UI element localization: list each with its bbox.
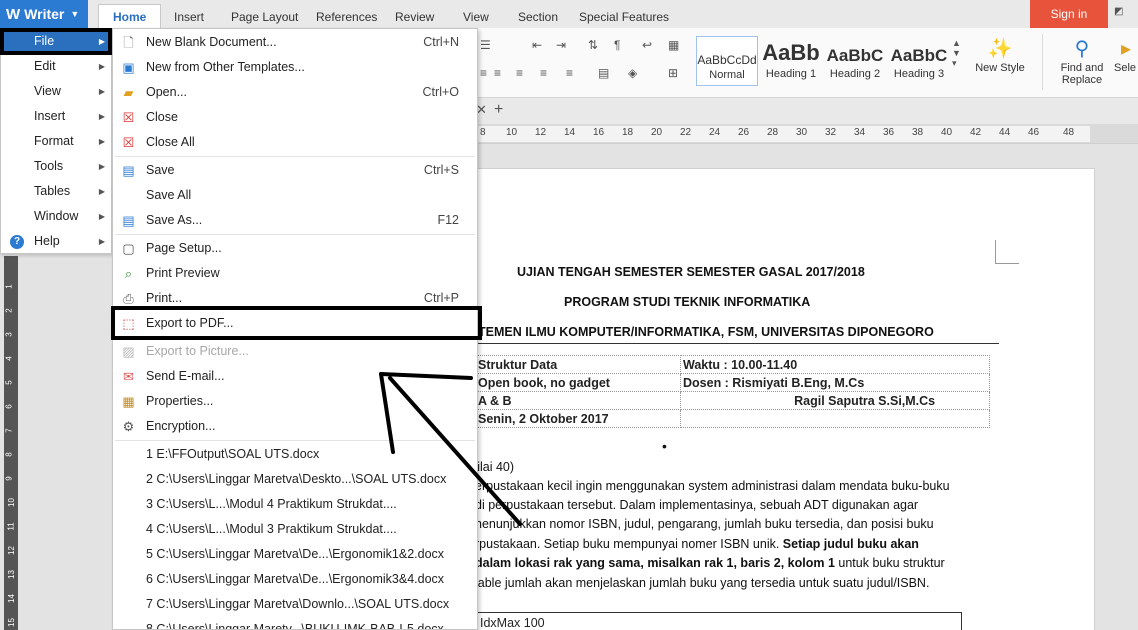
arrow-head-top — [379, 372, 473, 380]
arrow-shaft — [388, 376, 522, 526]
arrow-head-bottom — [379, 372, 395, 454]
writer-window: W Writer ▼ Home Insert Page Layout Refer… — [0, 0, 1138, 630]
annotation-arrow — [379, 372, 522, 526]
